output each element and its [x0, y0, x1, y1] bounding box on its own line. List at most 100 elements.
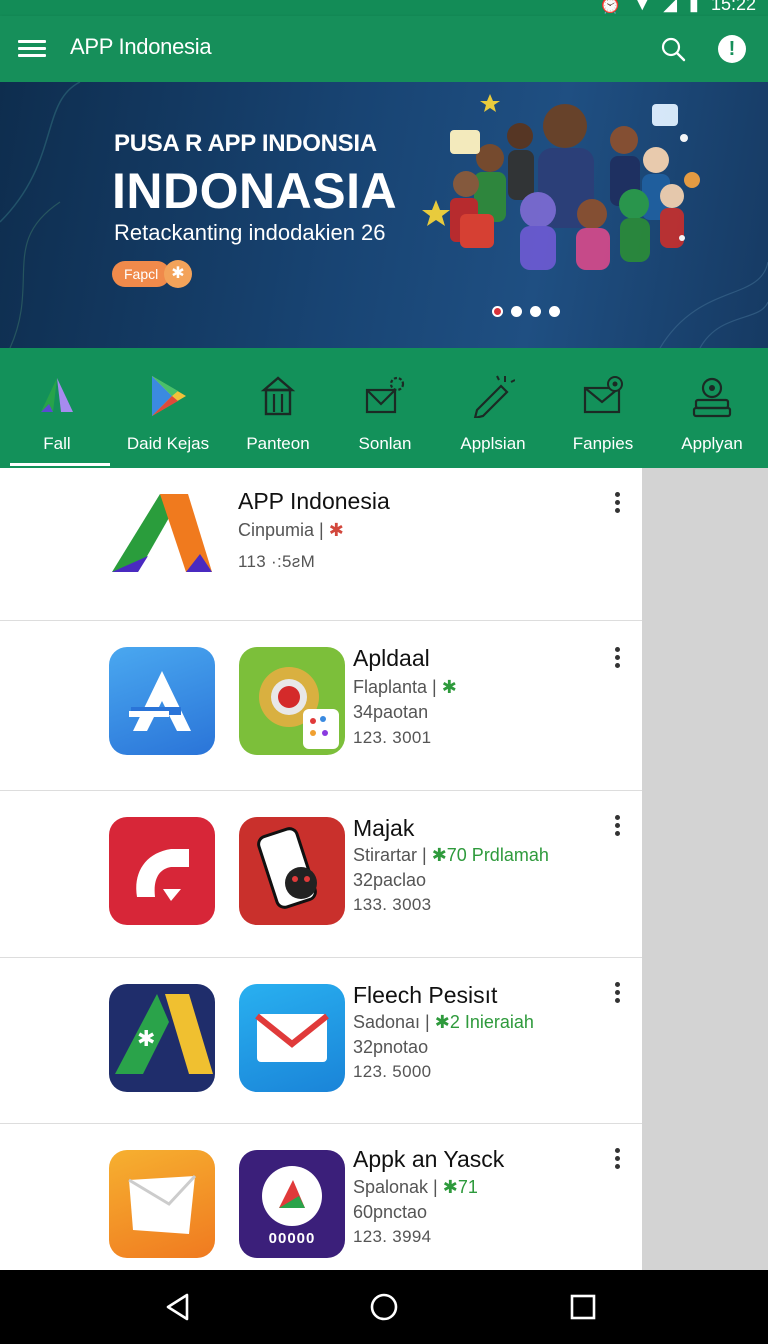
battery-icon: ▮	[689, 0, 699, 14]
signal-icon: ◢	[663, 0, 678, 14]
app-indonesia-logo	[112, 494, 212, 572]
app-bar: APP Indonesia !	[0, 16, 768, 82]
list-item[interactable]: ✱ Fleech Pesisıt Sadonaı | ✱2 Inieraiah …	[0, 958, 642, 1124]
mail-gear-icon	[365, 376, 405, 414]
more-options-button[interactable]	[608, 490, 626, 518]
status-icons: ⏰ ▼ ◢ ▮ 15:22	[599, 0, 756, 15]
more-options-button[interactable]	[608, 980, 626, 1008]
list-item[interactable]: APP Indonesia Cinpumia | ✱ 113 ·:5ƨM	[0, 468, 642, 621]
tab-label: Panteon	[246, 434, 310, 453]
info-alert-icon[interactable]: !	[718, 35, 746, 63]
app-meta: Flaplanta | ✱	[353, 677, 457, 698]
more-options-button[interactable]	[608, 645, 626, 673]
play-store-icon	[152, 376, 186, 416]
system-nav-bar	[0, 1270, 768, 1344]
banner-title: INDONASIA	[112, 163, 398, 219]
list-item[interactable]: 00000 Appk an Yasck Spalonak | ✱71 60pnc…	[0, 1124, 642, 1270]
tab-applsian[interactable]: Applsian	[438, 348, 548, 468]
banner-characters-illustration	[422, 94, 700, 270]
selected-tab-indicator	[10, 463, 110, 466]
tab-label: Daid Kejas	[126, 434, 210, 453]
app-developer: Flaplanta |	[353, 677, 437, 697]
list-item[interactable]: Majak Stirartar | ✱70 Prdlamah 32paclao …	[0, 791, 642, 958]
drive-app-icon: ✱	[109, 984, 215, 1092]
purple-app-icon: 00000	[239, 1150, 345, 1258]
tab-fanpies[interactable]: Fanpies	[548, 348, 658, 468]
search-icon[interactable]	[658, 34, 688, 64]
app-title: Majak	[353, 815, 415, 841]
app-logo-icon	[41, 378, 73, 412]
carousel-dot[interactable]	[511, 306, 522, 317]
menu-icon-line	[18, 40, 46, 43]
app-size: 32paclao	[353, 870, 427, 890]
app-downloads: 123. 5000	[353, 1062, 432, 1081]
carousel-dot[interactable]	[492, 306, 503, 317]
tab-sonlan[interactable]: Sonlan	[330, 348, 440, 468]
app-meta: Stirartar | ✱70 Prdlamah	[353, 845, 549, 866]
app-title: Fleech Pesisıt	[353, 982, 498, 1008]
app-title: APP Indonesia	[238, 488, 390, 514]
mail-badge-icon	[583, 376, 623, 414]
tab-label: Fall	[43, 434, 71, 453]
app-title: Appk an Yasck	[353, 1146, 505, 1172]
clock: 15:22	[710, 0, 756, 14]
phone-app-icon	[239, 817, 345, 925]
gear-app-icon	[239, 647, 345, 755]
menu-icon-line	[18, 47, 46, 50]
sparkle-icon[interactable]: ✱	[164, 260, 192, 288]
app-downloads: 123. 3001	[353, 728, 432, 747]
list-item[interactable]: Apldaal Flaplanta | ✱ 34paotan 123. 3001	[0, 621, 642, 791]
home-icon[interactable]	[367, 1290, 401, 1324]
recents-icon[interactable]	[566, 1290, 600, 1324]
carousel-dot[interactable]	[530, 306, 541, 317]
app-rating-tag: ✱	[441, 677, 457, 697]
carousel-dot[interactable]	[549, 306, 560, 317]
banner-subtitle: PUSA R APP INDONSIA	[114, 130, 377, 157]
alarm-icon: ⏰	[598, 0, 622, 14]
app-downloads: 123. 3994	[353, 1227, 432, 1246]
envelope-app-icon	[109, 1150, 215, 1258]
svg-text:✱: ✱	[137, 1027, 155, 1052]
app-meta: Spalonak | ✱71	[353, 1177, 478, 1198]
tab-applyan[interactable]: Applyan	[657, 348, 767, 468]
app-developer: Stirartar |	[353, 845, 427, 865]
tab-label: Applyan	[681, 434, 743, 453]
tab-label: Fanpies	[572, 434, 634, 453]
app-title: Apldaal	[353, 645, 430, 671]
status-bar: ⏰ ▼ ◢ ▮ 15:22	[0, 0, 768, 16]
app-size: 60pnctao	[353, 1202, 428, 1222]
tab-panteon[interactable]: Panteon	[223, 348, 333, 468]
red-arrow-app-icon	[109, 817, 215, 925]
tab-label: Applsian	[460, 434, 526, 453]
more-options-button[interactable]	[608, 1146, 626, 1174]
banner-chip[interactable]: Fapcl	[112, 261, 171, 287]
app-badge-text: 00000	[268, 1230, 316, 1247]
back-icon[interactable]	[161, 1290, 195, 1324]
location-pin-icon	[692, 377, 732, 418]
app-list: APP Indonesia Cinpumia | ✱ 113 ·:5ƨM Apl…	[0, 468, 642, 1270]
menu-icon-line	[18, 54, 46, 57]
pen-sparkle-icon	[473, 375, 515, 418]
app-rating-tag: ✱71	[442, 1177, 478, 1197]
promo-banner[interactable]: PUSA R APP INDONSIA INDONASIA Retackanti…	[0, 82, 768, 348]
app-size: 34paotan	[353, 702, 429, 722]
app-meta: Sadonaı | ✱2 Inieraiah	[353, 1012, 534, 1033]
app-meta: Cinpumia | ✱	[238, 520, 344, 541]
app-developer: Spalonak |	[353, 1177, 438, 1197]
mail-app-icon	[239, 984, 345, 1092]
more-options-button[interactable]	[608, 813, 626, 841]
tab-fall[interactable]: Fall	[2, 348, 112, 468]
app-developer: Cinpumia |	[238, 520, 324, 540]
app-downloads: 113 ·:5ƨM	[238, 552, 316, 571]
tab-daid-kejas[interactable]: Daid Kejas	[113, 348, 223, 468]
side-panel	[642, 468, 768, 1270]
category-tabs: Fall Daid Kejas Panteon Sonlan Applsian …	[0, 348, 768, 468]
wifi-icon: ▼	[633, 0, 652, 14]
menu-button[interactable]	[18, 37, 46, 61]
app-rating-tag: ✱70 Prdlamah	[431, 845, 549, 865]
app-developer: Sadonaı |	[353, 1012, 430, 1032]
app-rating-tag: ✱	[328, 520, 344, 540]
building-icon	[260, 376, 296, 416]
tab-label: Sonlan	[358, 434, 412, 453]
app-store-icon	[109, 647, 215, 755]
